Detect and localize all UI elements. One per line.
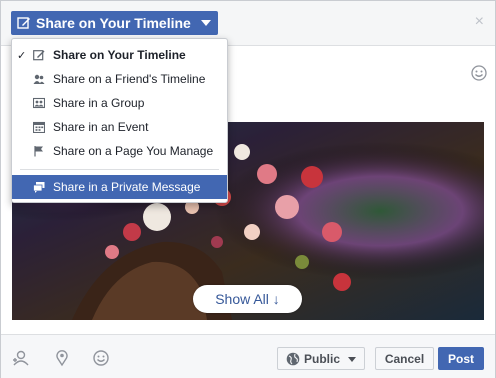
cancel-button[interactable]: Cancel bbox=[375, 347, 434, 370]
checkmark-icon: ✓ bbox=[17, 49, 27, 62]
post-label: Post bbox=[447, 351, 474, 366]
globe-icon bbox=[286, 352, 300, 365]
menu-item-private-message[interactable]: Share in a Private Message bbox=[12, 175, 227, 199]
pencil-icon bbox=[17, 17, 30, 29]
location-pin-icon[interactable] bbox=[53, 349, 71, 367]
emoji-icon[interactable] bbox=[471, 65, 487, 81]
share-destination-label: Share on Your Timeline bbox=[36, 15, 191, 31]
menu-item-label: Share on Your Timeline bbox=[53, 48, 186, 62]
menu-item-friends-timeline[interactable]: Share on a Friend's Timeline bbox=[12, 67, 227, 91]
menu-item-label: Share on a Page You Manage bbox=[53, 144, 214, 158]
post-button[interactable]: Post bbox=[438, 347, 484, 370]
menu-item-page[interactable]: Share on a Page You Manage bbox=[12, 139, 227, 163]
show-all-label: Show All ↓ bbox=[215, 291, 280, 307]
menu-item-label: Share in a Private Message bbox=[53, 180, 201, 194]
share-destination-button[interactable]: Share on Your Timeline bbox=[11, 11, 218, 35]
dialog-footer: Public Cancel Post bbox=[1, 334, 495, 378]
menu-item-your-timeline[interactable]: ✓ Share on Your Timeline bbox=[12, 43, 227, 67]
privacy-selector-button[interactable]: Public bbox=[277, 347, 365, 370]
menu-divider bbox=[20, 169, 219, 170]
menu-item-event[interactable]: Share in an Event bbox=[12, 115, 227, 139]
menu-item-label: Share in a Group bbox=[53, 96, 145, 110]
message-icon bbox=[33, 182, 45, 193]
pencil-icon bbox=[33, 50, 45, 61]
group-icon bbox=[33, 97, 45, 109]
close-icon[interactable]: × bbox=[475, 13, 484, 31]
tag-friends-icon[interactable] bbox=[12, 349, 30, 367]
feeling-emoji-icon[interactable] bbox=[92, 349, 110, 367]
chevron-down-icon bbox=[201, 20, 211, 26]
friends-icon bbox=[33, 74, 45, 84]
privacy-label: Public bbox=[304, 351, 341, 366]
share-dialog: Share on Your Timeline × Show All ↓ Publ… bbox=[0, 0, 496, 378]
show-all-button[interactable]: Show All ↓ bbox=[193, 285, 302, 313]
menu-item-label: Share on a Friend's Timeline bbox=[53, 72, 206, 86]
calendar-icon bbox=[33, 121, 45, 133]
menu-item-label: Share in an Event bbox=[53, 120, 149, 134]
flag-icon bbox=[34, 146, 43, 157]
chevron-down-icon bbox=[348, 357, 356, 362]
menu-item-group[interactable]: Share in a Group bbox=[12, 91, 227, 115]
cancel-label: Cancel bbox=[384, 351, 425, 366]
share-destination-menu: ✓ Share on Your Timeline Share on a Frie… bbox=[11, 38, 228, 203]
